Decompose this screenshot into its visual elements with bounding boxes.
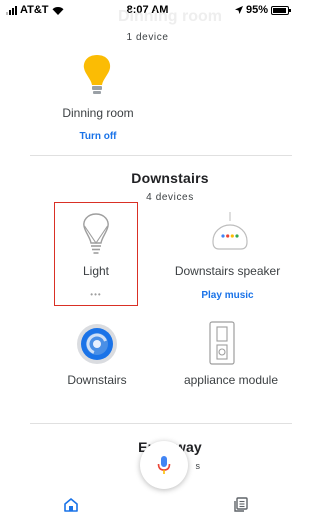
device-name-downstairs-speaker[interactable]: Downstairs speaker xyxy=(165,264,290,278)
device-name-downstairs-thermostat[interactable]: Downstairs xyxy=(55,373,139,387)
home-icon[interactable] xyxy=(64,498,78,512)
voice-assistant-button[interactable] xyxy=(140,441,188,489)
battery-fill xyxy=(273,7,287,13)
lightbulb-on-icon[interactable] xyxy=(81,53,113,97)
status-right: 95% xyxy=(234,4,291,16)
room-title-downstairs: Downstairs xyxy=(131,170,209,186)
play-music-button[interactable]: Play music xyxy=(165,290,290,301)
smart-speaker-icon[interactable] xyxy=(211,211,249,251)
entryway-count-right: s xyxy=(195,461,201,471)
turn-off-button[interactable]: Turn off xyxy=(50,131,146,142)
device-name-light[interactable]: Light xyxy=(54,264,138,278)
rooms-list-icon[interactable] xyxy=(234,497,248,512)
device-name-dinning-room[interactable]: Dinning room xyxy=(50,106,146,120)
room-device-count: 1 device xyxy=(126,32,169,43)
lightbulb-outline-icon[interactable] xyxy=(81,212,111,256)
thermostat-icon[interactable] xyxy=(75,322,119,366)
ghost-header-title: Dinning room xyxy=(118,8,222,25)
section-divider xyxy=(30,155,292,156)
location-arrow-icon xyxy=(234,6,243,14)
battery-percent: 95% xyxy=(245,4,268,16)
bottom-nav xyxy=(0,480,295,521)
appliance-module-icon[interactable] xyxy=(209,321,235,365)
device-name-appliance-module[interactable]: appliance module xyxy=(170,373,292,387)
battery-icon xyxy=(271,5,291,15)
more-dots-icon[interactable]: ••• xyxy=(54,290,138,299)
mic-icon xyxy=(157,456,171,474)
section-divider xyxy=(30,423,292,424)
